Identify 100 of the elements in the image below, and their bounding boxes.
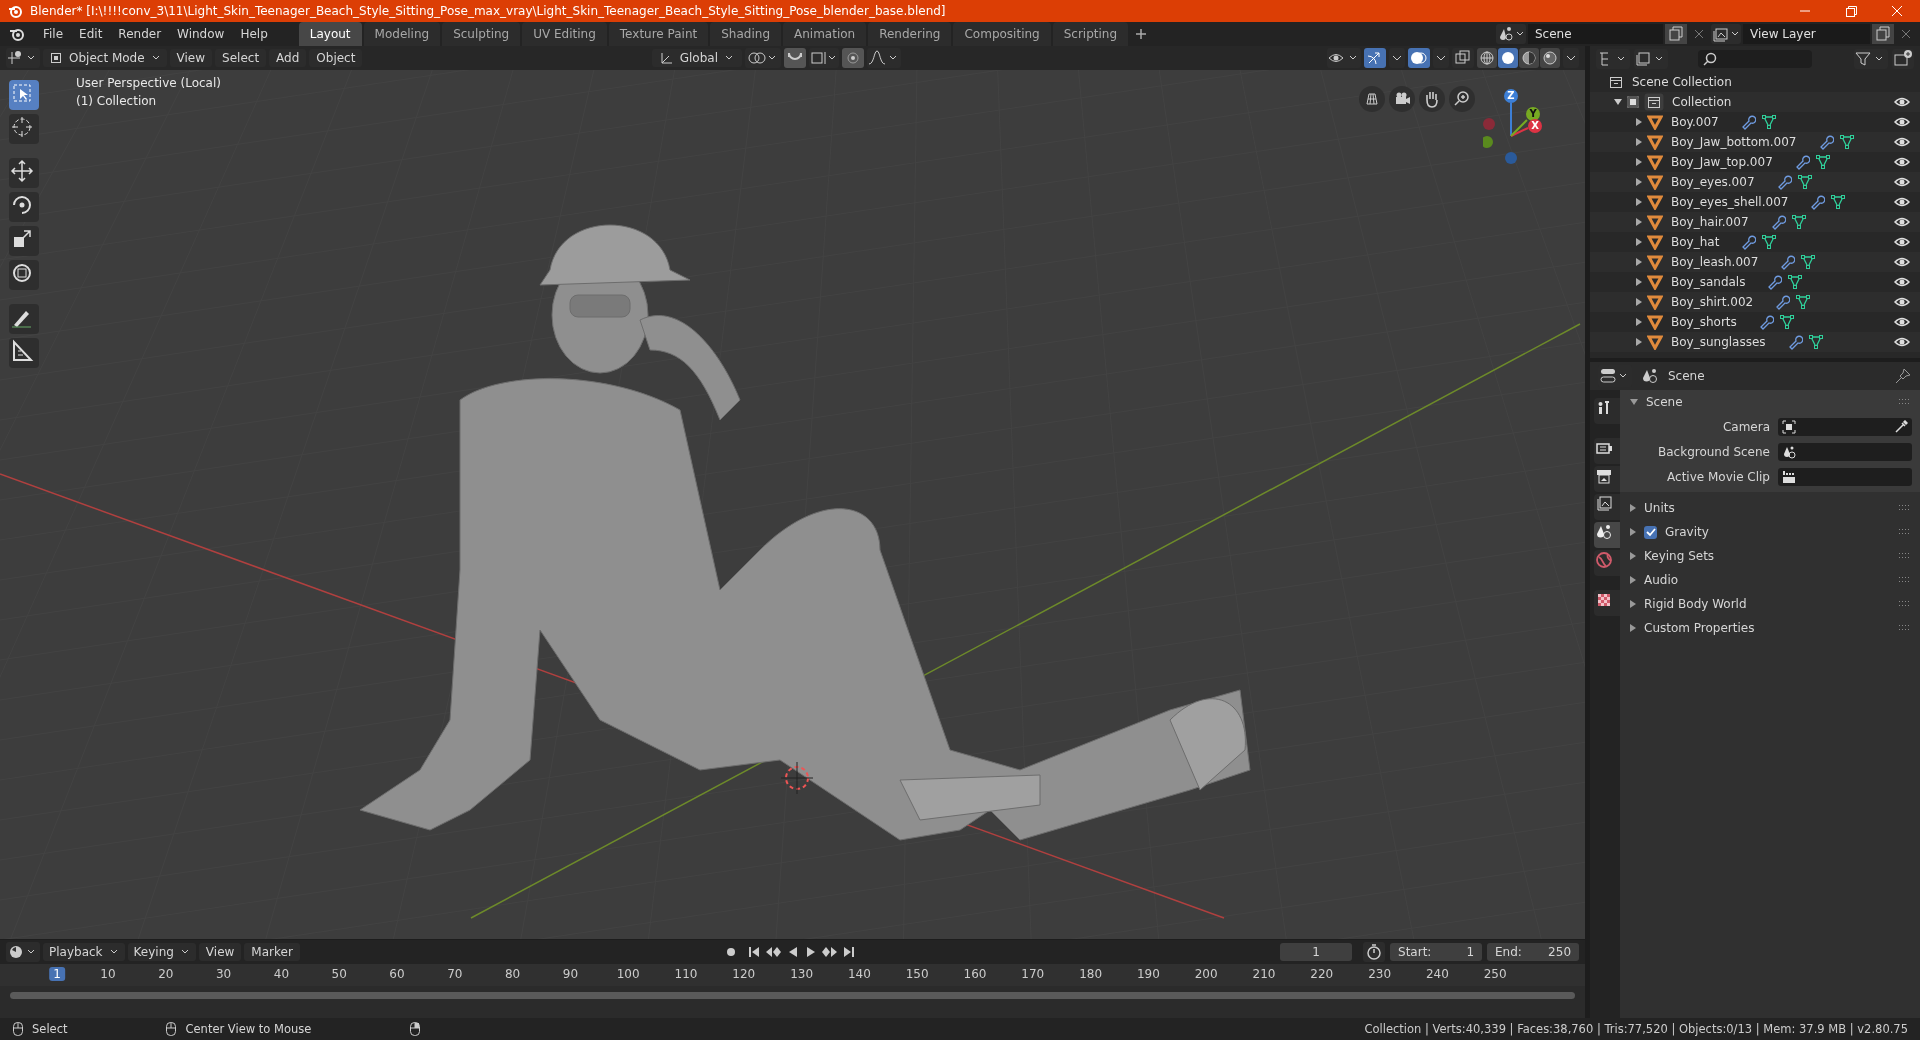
shading-rendered-button[interactable] (1540, 48, 1560, 68)
scene-properties-tab[interactable] (1594, 522, 1620, 548)
panel-header[interactable]: Gravity (1620, 520, 1920, 544)
mode-dropdown[interactable]: Object Mode (43, 49, 167, 67)
checkbox[interactable] (1627, 96, 1639, 108)
grid-view-icon[interactable] (1359, 86, 1385, 112)
shading-wireframe-button[interactable] (1477, 48, 1497, 68)
outliner-item[interactable]: Boy_eyes_shell.007 (1671, 195, 1789, 209)
world-properties-tab[interactable] (1594, 550, 1620, 576)
modifier-wrench-icon[interactable] (1809, 194, 1826, 210)
expand-arrow[interactable] (1636, 118, 1642, 126)
drag-handle-icon[interactable] (1898, 576, 1910, 584)
scene-icon[interactable] (1496, 24, 1526, 44)
zoom-icon[interactable] (1449, 86, 1475, 112)
camera-icon[interactable] (1389, 86, 1415, 112)
mesh-data-icon[interactable] (1795, 294, 1812, 310)
falloff-curve-icon[interactable] (867, 48, 901, 68)
cursor-tool-button[interactable] (9, 114, 39, 144)
panel-header[interactable]: Rigid Body World (1620, 592, 1920, 616)
view-layer-properties-tab[interactable] (1594, 494, 1620, 520)
menu-item[interactable]: Help (233, 25, 275, 43)
expand-arrow[interactable] (1636, 238, 1642, 246)
menu-item[interactable]: Add (269, 49, 307, 67)
mesh-data-icon[interactable] (1830, 194, 1847, 210)
scene-field[interactable]: Scene (1528, 24, 1663, 44)
mesh-data-icon[interactable] (1778, 314, 1795, 330)
tool-properties-tab[interactable] (1594, 398, 1620, 424)
proportional-edit-icon[interactable] (842, 48, 864, 68)
panel-header[interactable]: Custom Properties (1620, 616, 1920, 640)
workspace-tab[interactable]: Modeling (363, 22, 441, 46)
texture-properties-tab[interactable] (1594, 590, 1620, 616)
panel-header[interactable]: Keying Sets (1620, 544, 1920, 568)
expand-arrow[interactable] (1636, 218, 1642, 226)
drag-handle-icon[interactable] (1898, 528, 1910, 536)
mesh-data-icon[interactable] (1796, 174, 1813, 190)
snap-icon[interactable] (784, 48, 806, 68)
modifier-wrench-icon[interactable] (1740, 234, 1757, 250)
outliner-item[interactable]: Boy_sandals (1671, 275, 1746, 289)
workspace-tab[interactable]: Compositing (953, 22, 1051, 46)
chevron-icon[interactable] (1563, 48, 1579, 68)
panel-header[interactable]: Units (1620, 496, 1920, 520)
outliner-item[interactable]: Boy_hair.007 (1671, 215, 1749, 229)
modifier-wrench-icon[interactable] (1779, 254, 1796, 270)
expand-arrow[interactable] (1636, 158, 1642, 166)
menu-item[interactable]: Select (215, 49, 267, 67)
view-layer-icon[interactable] (1634, 49, 1668, 69)
axis-handle[interactable] (1483, 136, 1493, 148)
workspace-tab[interactable]: UV Editing (522, 22, 607, 46)
new-collection-icon[interactable] (1892, 49, 1914, 69)
menu-item[interactable]: Object (309, 49, 363, 67)
visibility-icon[interactable] (1327, 48, 1361, 68)
menu-item[interactable]: Keying (127, 943, 196, 961)
mesh-data-icon[interactable] (1814, 154, 1831, 170)
outliner-item[interactable]: Boy.007 (1671, 115, 1719, 129)
workspace-tab[interactable]: Layout (298, 22, 362, 46)
pivot-icon[interactable] (745, 48, 781, 68)
outliner-item[interactable]: Boy_shorts (1671, 315, 1737, 329)
mesh-data-icon[interactable] (1761, 234, 1778, 250)
mesh-data-icon[interactable] (1787, 274, 1804, 290)
modifier-wrench-icon[interactable] (1766, 274, 1783, 290)
workspace-tab[interactable]: Sculpting (442, 22, 521, 46)
workspace-tab[interactable]: Rendering (868, 22, 952, 46)
start-frame-field[interactable]: Start: 1 (1390, 943, 1482, 961)
chevron-icon[interactable] (1389, 48, 1405, 68)
overlays-icon[interactable] (1408, 48, 1430, 68)
scrollbar[interactable] (10, 992, 1575, 999)
menu-item[interactable]: File (36, 25, 71, 43)
checkbox[interactable] (1644, 525, 1657, 539)
frame-ruler[interactable]: 1 10 20 30 40 50 60 70 80 90 100 110 120 130 140 150 160 170 180 190 200 210 220 230 240 250 (0, 964, 1585, 986)
copy-icon[interactable] (1665, 24, 1687, 44)
select-tool-button[interactable] (9, 80, 39, 110)
expand-arrow[interactable] (1636, 278, 1642, 286)
shading-solid-button[interactable] (1498, 48, 1518, 68)
menu-item[interactable]: View (169, 49, 213, 67)
3d-viewport[interactable]: Object Mode View Select Add Object Global User Perspective (Local) (1) Collection Z Y X (0, 46, 1585, 939)
view-layer-field[interactable]: View Layer (1743, 24, 1870, 44)
xray-icon[interactable] (1452, 48, 1474, 68)
workspace-tab[interactable]: Texture Paint (608, 22, 709, 46)
annotate-tool-button[interactable] (9, 304, 39, 334)
drag-handle-icon[interactable] (1898, 624, 1910, 632)
scale-tool-button[interactable] (9, 226, 39, 256)
drag-handle-icon[interactable] (1898, 552, 1910, 560)
workspace-tab[interactable]: Shading (710, 22, 781, 46)
menu-item[interactable]: Marker (244, 943, 300, 961)
data-block-field[interactable] (1778, 468, 1912, 486)
mesh-data-icon[interactable] (1790, 214, 1807, 230)
transform-tool-button[interactable] (9, 260, 39, 290)
move-tool-button[interactable] (9, 158, 39, 188)
shading-material-button[interactable] (1519, 48, 1539, 68)
current-frame-field[interactable]: 1 (1280, 943, 1352, 961)
drag-handle-icon[interactable] (1898, 398, 1910, 406)
outliner-item[interactable]: Boy_shirt.002 (1671, 295, 1754, 309)
expand-arrow[interactable] (1636, 318, 1642, 326)
end-frame-field[interactable]: End: 250 (1487, 943, 1579, 961)
outliner-item[interactable]: Scene Collection (1632, 75, 1732, 89)
menu-item[interactable]: Render (111, 25, 169, 43)
view-layer-icon[interactable] (1711, 24, 1741, 44)
data-block-field[interactable] (1778, 418, 1912, 436)
hand-icon[interactable] (1419, 86, 1445, 112)
outliner-item[interactable]: Boy_leash.007 (1671, 255, 1759, 269)
